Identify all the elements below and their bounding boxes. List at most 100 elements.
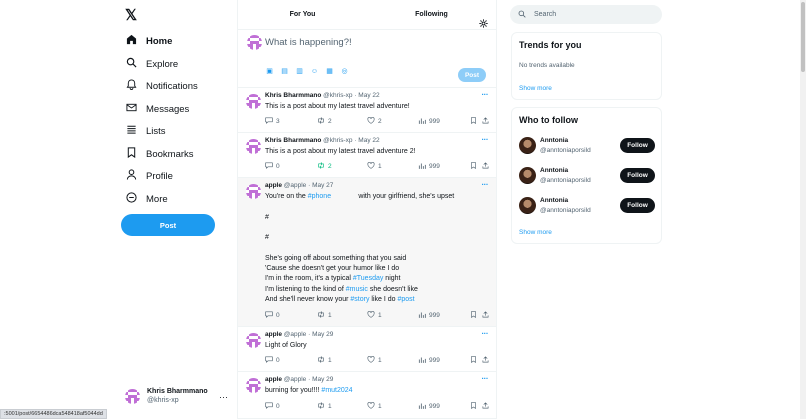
- tweet-text: burning for you!!!! #mut2024: [265, 387, 353, 394]
- tweet[interactable]: Khris Bharmmano @khris-xp · May 22 ··· Thi…: [238, 133, 496, 178]
- share-button[interactable]: [482, 117, 492, 126]
- account-switcher[interactable]: Khris Bharmmano @khris-xp ···: [125, 388, 228, 404]
- more-dots-icon[interactable]: ···: [219, 392, 228, 402]
- hashtag-link[interactable]: #story: [350, 296, 369, 303]
- tweet[interactable]: apple @apple · May 29 ··· Light of Glory 0 1…: [238, 327, 496, 372]
- share-icon: [482, 402, 489, 411]
- emoji-icon[interactable]: ☺: [310, 67, 319, 76]
- tab-following[interactable]: Following: [367, 0, 496, 29]
- follow-suggestion[interactable]: Anntonia @anntoniaporsild Follow: [519, 164, 659, 188]
- hashtag-link[interactable]: #Tuesday: [353, 275, 383, 282]
- reply-button[interactable]: 0: [265, 402, 280, 411]
- repost-button[interactable]: 2: [317, 117, 332, 126]
- follow-suggestion[interactable]: Anntonia @anntoniaporsild Follow: [519, 134, 659, 158]
- share-button[interactable]: [482, 162, 492, 171]
- home-icon: [125, 34, 138, 48]
- avatar[interactable]: [246, 378, 261, 393]
- bookmark-button[interactable]: [470, 117, 480, 126]
- who-to-follow-show-more[interactable]: Show more: [519, 229, 552, 236]
- share-button[interactable]: [482, 356, 492, 365]
- follow-button[interactable]: Follow: [620, 198, 655, 213]
- hashtag-link[interactable]: #music: [346, 286, 368, 293]
- nav-item-profile[interactable]: Profile: [125, 168, 173, 184]
- composer-post-button[interactable]: Post: [458, 68, 486, 82]
- avatar[interactable]: [246, 94, 261, 109]
- bookmark-button[interactable]: [470, 162, 480, 171]
- reply-icon: [265, 402, 273, 411]
- tweet[interactable]: Khris Bharmmano @khris-xp · May 22 ··· Thi…: [238, 88, 496, 133]
- reply-button[interactable]: 0: [265, 356, 280, 365]
- like-button[interactable]: 2: [367, 117, 382, 126]
- repost-button[interactable]: 1: [317, 311, 332, 320]
- nav-item-lists[interactable]: Lists: [125, 123, 166, 139]
- more-dots-icon[interactable]: ···: [482, 90, 489, 99]
- hashtag-link[interactable]: #mut2024: [321, 387, 352, 394]
- author-meta: @khris-xp · May 22: [323, 137, 380, 144]
- tab-for-you[interactable]: For You: [238, 0, 367, 29]
- tweet[interactable]: apple @apple · May 29 ··· burning for you!…: [238, 372, 496, 419]
- views-button[interactable]: 999: [418, 356, 440, 365]
- views-button[interactable]: 999: [418, 162, 440, 171]
- repost-button[interactable]: 2: [317, 162, 332, 171]
- image-icon[interactable]: ▣: [265, 67, 274, 76]
- views-button[interactable]: 999: [418, 402, 440, 411]
- hashtag-link[interactable]: #phone: [308, 193, 331, 200]
- browser-status-url: :5001/post/6654486dca548418af5044dd: [0, 409, 107, 419]
- share-button[interactable]: [482, 311, 492, 320]
- search-input[interactable]: Search: [510, 5, 662, 24]
- follow-button[interactable]: Follow: [620, 168, 655, 183]
- avatar[interactable]: [246, 333, 261, 348]
- nav-item-notifications[interactable]: Notifications: [125, 78, 198, 94]
- bookmark-button[interactable]: [470, 311, 480, 320]
- trends-card: Trends for you No trends available Show …: [511, 32, 662, 100]
- reply-button[interactable]: 0: [265, 311, 280, 320]
- scrollbar-thumb[interactable]: [801, 2, 805, 72]
- suggestion-name: Anntonia: [540, 167, 569, 174]
- nav-item-bookmarks[interactable]: Bookmarks: [125, 146, 194, 162]
- like-button[interactable]: 1: [367, 162, 382, 171]
- views-button[interactable]: 999: [418, 117, 440, 126]
- avatar[interactable]: [246, 139, 261, 154]
- nav-item-more[interactable]: More: [125, 191, 168, 207]
- tweet-header: Khris Bharmmano @khris-xp · May 22: [265, 92, 380, 99]
- views-button[interactable]: 999: [418, 311, 440, 320]
- x-logo-icon[interactable]: 𝕏: [125, 8, 137, 23]
- hashtag-link[interactable]: #post: [397, 296, 414, 303]
- bookmark-button[interactable]: [470, 356, 480, 365]
- follow-button[interactable]: Follow: [620, 138, 655, 153]
- avatar: [247, 35, 262, 50]
- tweet[interactable]: apple @apple · May 27 ··· You're on the #p…: [238, 178, 496, 327]
- tweet-text: You're on the #phone with your girlfrien…: [265, 193, 455, 303]
- more-dots-icon[interactable]: ···: [482, 180, 489, 189]
- like-button[interactable]: 1: [367, 402, 382, 411]
- reply-button[interactable]: 3: [265, 117, 280, 126]
- share-button[interactable]: [482, 402, 492, 411]
- suggestion-name: Anntonia: [540, 137, 569, 144]
- poll-icon[interactable]: ▥: [295, 67, 304, 76]
- bookmark-button[interactable]: [470, 402, 480, 411]
- like-button[interactable]: 1: [367, 311, 382, 320]
- author-meta: @apple · May 27: [283, 182, 334, 189]
- trends-show-more[interactable]: Show more: [519, 85, 552, 92]
- page-scrollbar[interactable]: [800, 0, 806, 419]
- repost-button[interactable]: 1: [317, 356, 332, 365]
- reply-button[interactable]: 0: [265, 162, 280, 171]
- repost-button[interactable]: 1: [317, 402, 332, 411]
- gif-icon[interactable]: ▤: [280, 67, 289, 76]
- like-button[interactable]: 1: [367, 356, 382, 365]
- follow-suggestion[interactable]: Anntonia @anntoniaporsild Follow: [519, 194, 659, 218]
- more-dots-icon[interactable]: ···: [482, 135, 489, 144]
- location-icon[interactable]: ◎: [340, 67, 349, 76]
- avatar[interactable]: [246, 184, 261, 199]
- nav-item-home[interactable]: Home: [125, 33, 172, 49]
- compose-input[interactable]: What is happening?!: [265, 37, 352, 48]
- schedule-icon[interactable]: ▦: [325, 67, 334, 76]
- more-dots-icon[interactable]: ···: [482, 374, 489, 383]
- search-icon: [518, 10, 526, 20]
- post-button[interactable]: Post: [121, 214, 215, 236]
- more-dots-icon[interactable]: ···: [482, 329, 489, 338]
- author-name: apple: [265, 376, 282, 383]
- timeline-column: For You Following What is happening?! ▣ …: [237, 0, 497, 419]
- nav-item-messages[interactable]: Messages: [125, 101, 189, 117]
- nav-item-explore[interactable]: Explore: [125, 56, 178, 72]
